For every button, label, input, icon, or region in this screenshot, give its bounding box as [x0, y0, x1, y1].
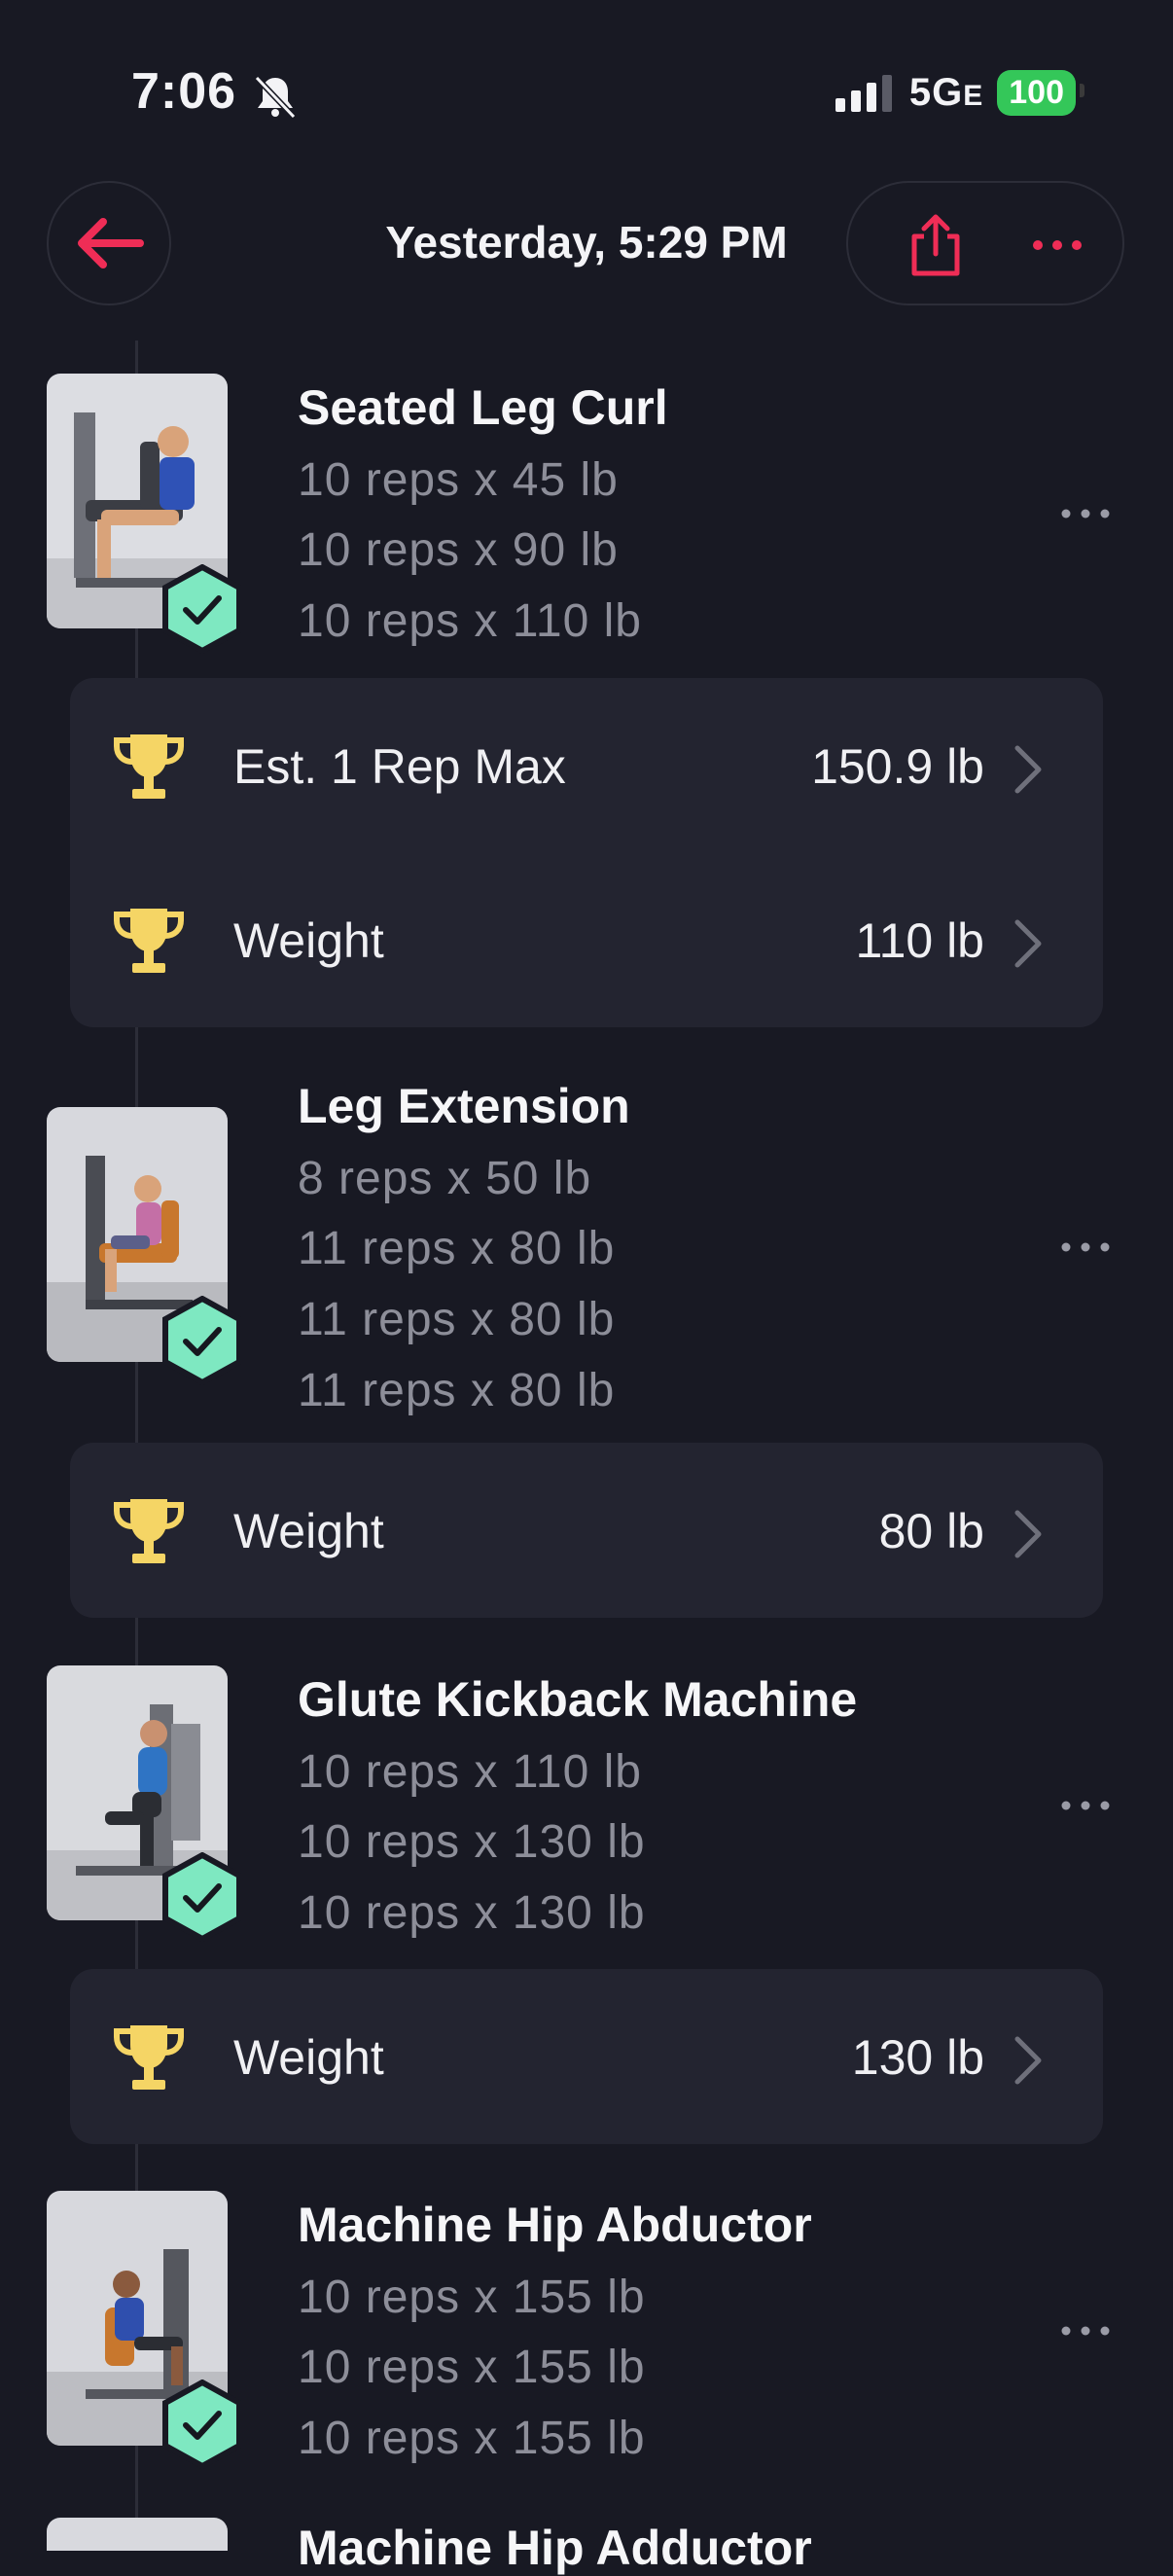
signal-icon [835, 74, 892, 112]
record-value: 130 lb [851, 2030, 984, 2085]
trophy-icon [114, 2025, 184, 2090]
completed-check-icon [162, 564, 242, 654]
record-row[interactable]: Weight 80 lb [70, 1443, 1103, 1618]
exercise-more-button[interactable] [1049, 1228, 1122, 1267]
network-label: 5GE [908, 71, 984, 114]
exercise-more-button[interactable] [1049, 2311, 1122, 2350]
completed-check-icon [162, 1852, 242, 1942]
exercise-more-button[interactable] [1049, 1786, 1122, 1825]
completed-check-icon [162, 1296, 242, 1385]
trophy-icon [114, 1499, 184, 1563]
records-card: Weight 80 lb [70, 1443, 1103, 1618]
share-icon [911, 214, 960, 276]
chevron-right-icon [1014, 1510, 1042, 1558]
hip-adductor-image [47, 2518, 228, 2551]
records-card: Est. 1 Rep Max 150.9 lb Weight 110 lb [70, 678, 1103, 1027]
set-line: 10 reps x 45 lb [298, 454, 619, 506]
set-line: 10 reps x 110 lb [298, 595, 642, 647]
exercise-name[interactable]: Glute Kickback Machine [298, 1671, 857, 1728]
record-label: Weight [233, 2030, 384, 2085]
set-line: 10 reps x 130 lb [298, 1816, 646, 1868]
chevron-right-icon [1014, 2036, 1042, 2085]
set-line: 10 reps x 90 lb [298, 524, 619, 576]
status-time: 7:06 [131, 63, 237, 120]
set-line: 11 reps x 80 lb [298, 1365, 616, 1416]
record-row[interactable]: Weight 130 lb [70, 1969, 1103, 2144]
set-line: 10 reps x 110 lb [298, 1746, 642, 1798]
record-label: Est. 1 Rep Max [233, 739, 566, 794]
more-dots-icon [1061, 509, 1110, 519]
completed-check-icon [162, 2379, 242, 2469]
chevron-right-icon [1014, 919, 1042, 968]
record-value: 80 lb [878, 1504, 984, 1558]
exercise-name[interactable]: Machine Hip Abductor [298, 2197, 812, 2253]
set-line: 10 reps x 155 lb [298, 2413, 646, 2464]
trophy-icon [114, 909, 184, 973]
exercise-name[interactable]: Machine Hip Adductor [298, 2520, 812, 2576]
bell-slash-icon [254, 75, 297, 120]
more-button[interactable] [1018, 206, 1096, 284]
record-row[interactable]: Weight 110 lb [70, 852, 1103, 1027]
exercise-name[interactable]: Seated Leg Curl [298, 379, 668, 436]
set-line: 11 reps x 80 lb [298, 1223, 616, 1274]
status-right: 5GE 100 [835, 70, 1084, 116]
record-value: 110 lb [855, 913, 984, 968]
records-card: Weight 130 lb [70, 1969, 1103, 2144]
record-label: Weight [233, 913, 384, 968]
more-dots-icon [1061, 2326, 1110, 2336]
record-value: 150.9 lb [811, 739, 984, 794]
set-line: 8 reps x 50 lb [298, 1153, 592, 1204]
record-row[interactable]: Est. 1 Rep Max 150.9 lb [70, 678, 1103, 853]
more-dots-icon [1061, 1801, 1110, 1810]
set-line: 10 reps x 130 lb [298, 1887, 646, 1939]
record-label: Weight [233, 1504, 384, 1558]
exercise-name[interactable]: Leg Extension [298, 1078, 630, 1134]
set-line: 10 reps x 155 lb [298, 2342, 646, 2393]
battery-indicator: 100 [997, 70, 1084, 116]
more-dots-icon [1061, 1242, 1110, 1252]
share-button[interactable] [897, 206, 975, 284]
set-line: 10 reps x 155 lb [298, 2272, 646, 2323]
more-dots-icon [1033, 240, 1082, 250]
chevron-right-icon [1014, 745, 1042, 794]
exercise-more-button[interactable] [1049, 494, 1122, 533]
trophy-icon [114, 734, 184, 799]
set-line: 11 reps x 80 lb [298, 1294, 616, 1345]
exercise-thumbnail[interactable] [47, 2518, 228, 2551]
header-actions [846, 181, 1124, 305]
